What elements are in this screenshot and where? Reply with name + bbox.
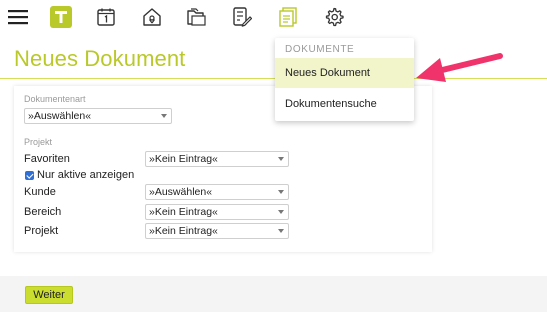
home-location-icon[interactable] (140, 5, 164, 29)
checklist-edit-icon[interactable] (230, 5, 254, 29)
kunde-select[interactable]: »Auswählen« (145, 184, 289, 200)
documents-icon[interactable] (276, 5, 300, 29)
dokumentenart-select[interactable]: »Auswählen« (24, 108, 172, 124)
projekt-label: Projekt (24, 225, 59, 237)
pointer-arrow-icon (416, 53, 503, 82)
favoriten-label: Favoriten (24, 153, 70, 165)
bereich-label: Bereich (24, 206, 62, 218)
menu-header: DOKUMENTE (285, 44, 355, 55)
chevron-down-icon (278, 229, 284, 233)
gear-icon[interactable] (322, 5, 346, 29)
favoriten-select[interactable]: »Kein Eintrag« (145, 151, 289, 167)
projekt-select[interactable]: »Kein Eintrag« (145, 223, 289, 239)
chevron-down-icon (278, 190, 284, 194)
favoriten-select-value: »Kein Eintrag« (149, 153, 218, 165)
menu-item-dokumentensuche[interactable]: Dokumentensuche (275, 89, 414, 119)
kunde-select-value: »Auswählen« (149, 186, 213, 198)
kunde-label: Kunde (24, 186, 56, 198)
bereich-select-value: »Kein Eintrag« (149, 206, 218, 218)
top-toolbar (0, 0, 547, 36)
bereich-select[interactable]: »Kein Eintrag« (145, 204, 289, 220)
menu-item-neues-dokument[interactable]: Neues Dokument (275, 58, 414, 88)
projekt-section-label: Projekt (24, 137, 53, 147)
app-logo-t-icon[interactable] (49, 5, 73, 29)
chevron-down-icon (278, 157, 284, 161)
nur-aktive-checkbox[interactable] (25, 171, 34, 180)
footer-bar (0, 276, 547, 312)
page-title: Neues Dokument (14, 46, 186, 71)
calendar-icon[interactable] (94, 5, 118, 29)
nur-aktive-label: Nur aktive anzeigen (37, 169, 135, 181)
hamburger-menu-icon[interactable] (6, 5, 30, 29)
weiter-button[interactable]: Weiter (25, 286, 73, 304)
dokumentenart-label: Dokumentenart (24, 94, 86, 104)
folders-icon[interactable] (185, 5, 209, 29)
chevron-down-icon (161, 114, 167, 118)
chevron-down-icon (278, 210, 284, 214)
projekt-select-value: »Kein Eintrag« (149, 225, 218, 237)
documents-dropdown-menu: DOKUMENTE Neues Dokument Dokumentensuche (275, 38, 414, 121)
dokumentenart-select-value: »Auswählen« (28, 110, 92, 122)
